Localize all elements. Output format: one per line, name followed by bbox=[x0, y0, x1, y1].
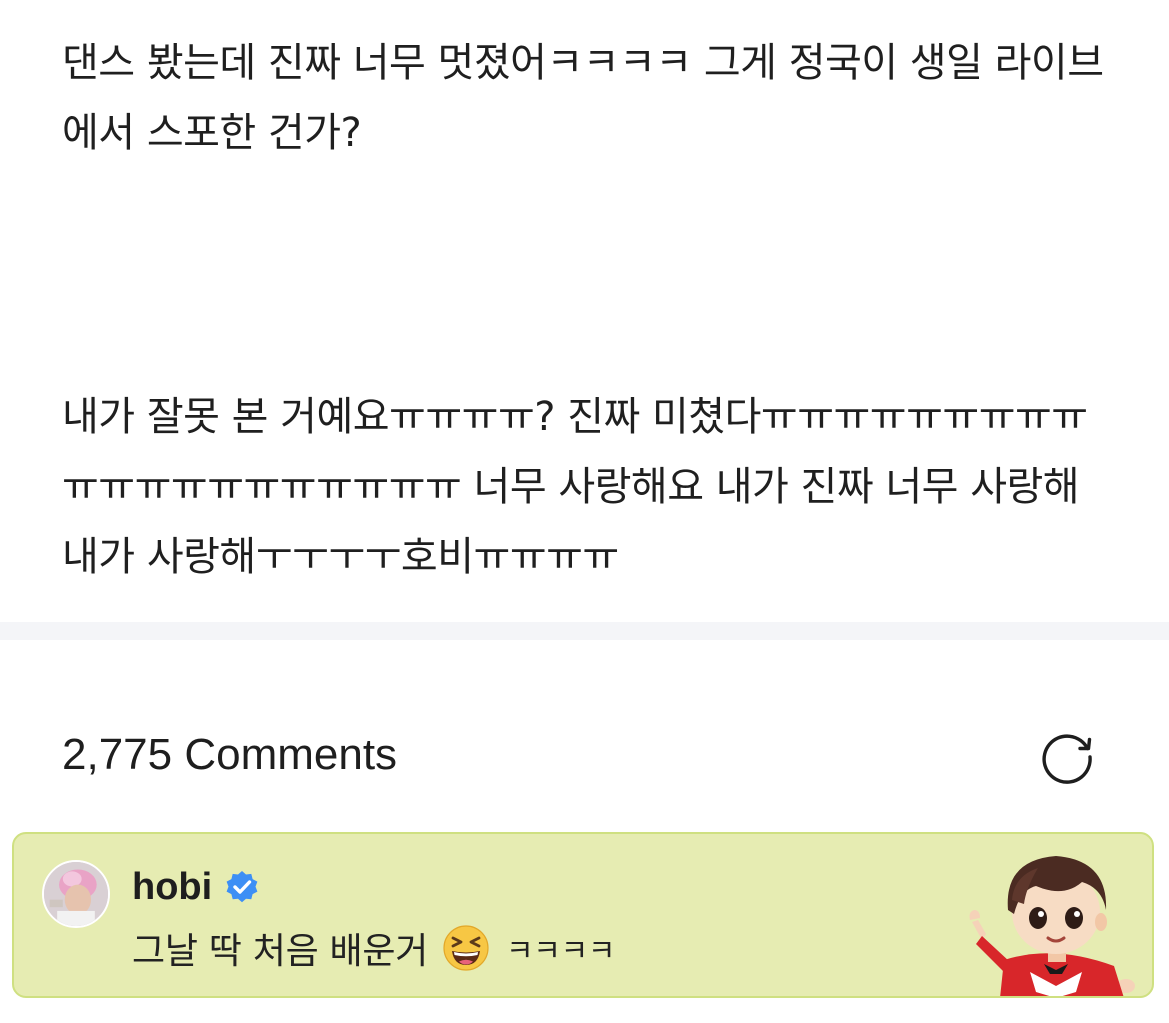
comments-header: 2,775 Comments bbox=[0, 640, 1169, 830]
verified-badge-icon bbox=[224, 869, 260, 905]
refresh-button[interactable] bbox=[1036, 726, 1098, 788]
comment-body: 그날 딱 처음 배운거 bbox=[132, 931, 428, 972]
character-sticker-icon bbox=[964, 840, 1144, 996]
comment-laugh: ㅋㅋㅋㅋ bbox=[506, 934, 616, 969]
post-body: 댄스 봤는데 진짜 너무 멋졌어ㅋㅋㅋㅋ 그게 정국이 생일 라이브에서 스포한… bbox=[0, 0, 1169, 622]
author-row: hobi bbox=[132, 862, 260, 912]
section-divider bbox=[0, 622, 1169, 640]
grinning-squinting-face-emoji-icon bbox=[442, 924, 490, 972]
author-name[interactable]: hobi bbox=[132, 862, 212, 912]
avatar[interactable] bbox=[42, 860, 110, 928]
comment-text: 그날 딱 처음 배운거 ㅋㅋㅋㅋ bbox=[132, 920, 616, 976]
post-paragraph-1: 댄스 봤는데 진짜 너무 멋졌어ㅋㅋㅋㅋ 그게 정국이 생일 라이브에서 스포한… bbox=[62, 40, 1104, 156]
comments-count: 2,775 Comments bbox=[62, 730, 398, 779]
artist-comment-card[interactable]: hobi 그날 딱 처음 배운거 ㅋㅋㅋㅋ bbox=[12, 832, 1154, 998]
avatar-image bbox=[44, 862, 108, 926]
refresh-icon bbox=[1042, 734, 1092, 784]
post-paragraph-2: 내가 잘못 본 거예요ㅠㅠㅠㅠ? 진짜 미쳤다ㅠㅠㅠㅠㅠㅠㅠㅠㅠㅠㅠㅠㅠㅠㅠㅠㅠ… bbox=[62, 394, 1088, 580]
